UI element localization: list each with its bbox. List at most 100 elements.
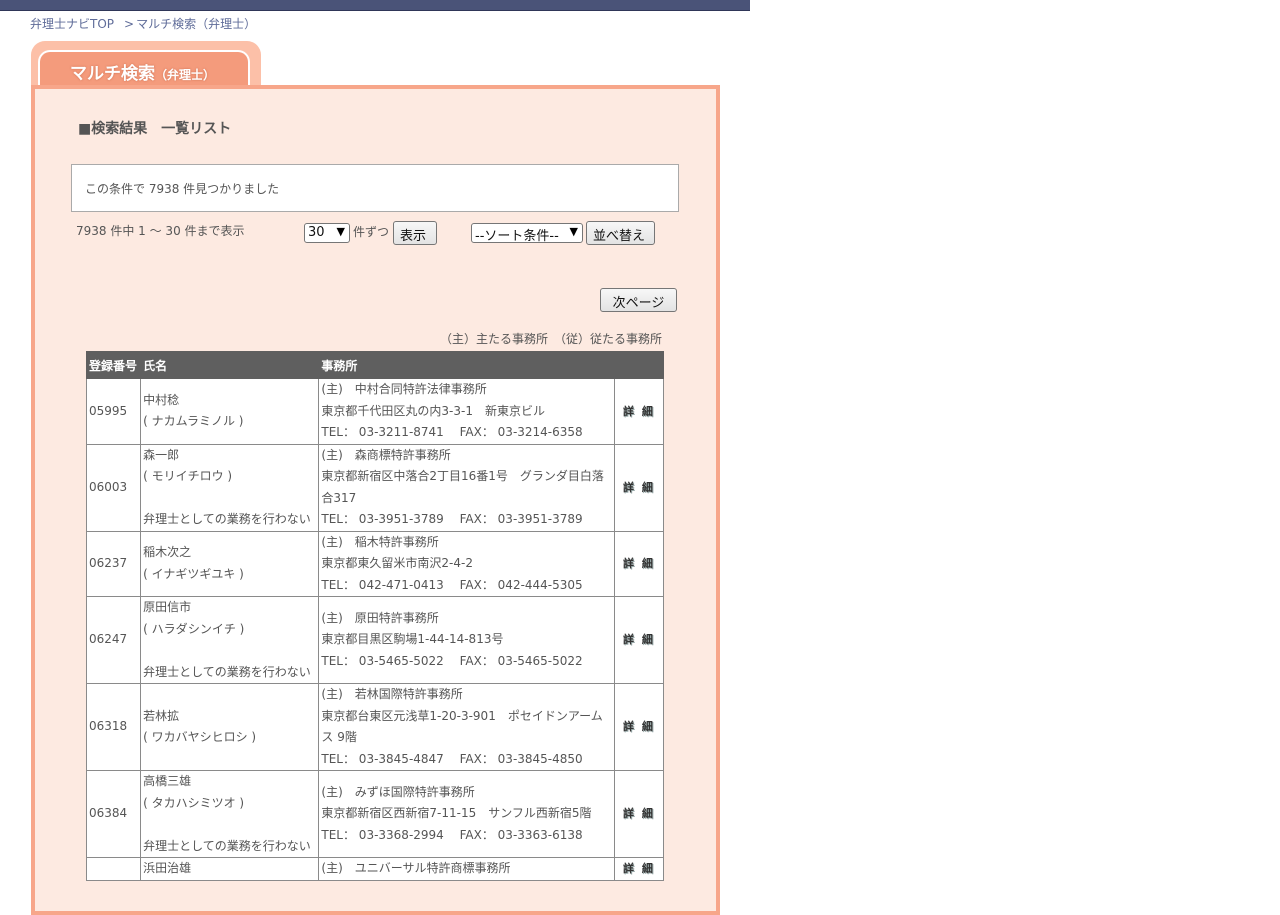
attorney-name: 原田信市 [143,600,192,614]
detail-cell: 詳 細 [613,596,665,684]
table-row: 06384 高橋三雄 ( タカハシミツオ ) 弁理士としての業務を行わない (主… [85,770,665,858]
header-office: 事務所 [318,351,615,379]
name-cell: 高橋三雄 ( タカハシミツオ ) 弁理士としての業務を行わない [140,770,320,858]
attorney-name: 森一郎 [143,447,180,462]
chevron-down-icon: ▼ [336,225,345,238]
office-cell: (主) 若林国際特許事務所 東京都台東区元浅草1-20-3-901 ポセイドンア… [318,683,615,771]
breadcrumb-top-link[interactable]: 弁理士ナビTOP [30,17,114,31]
sort-button[interactable]: 並べ替え [586,221,655,245]
office-address: 東京都千代田区丸の内3-3-1 新東京ビル [321,403,545,418]
attorney-name: 中村稔 [143,392,180,407]
header-detail [613,351,665,379]
office-name: (主) 森商標特許事務所 [321,447,451,462]
office-name: (主) みずほ国際特許事務所 [321,784,475,799]
detail-button-icon[interactable]: 詳 細 [623,858,655,880]
office-phone: TEL： 03-3211-8741 FAX： 03-3214-6358 [321,425,583,439]
attorney-kana: ( ワカバヤシヒロシ ) [143,730,257,744]
header-registration-number: 登録番号 [85,351,142,379]
attorney-name: 浜田治雄 [143,861,192,875]
office-address: 東京都新宿区中落合2丁目16番1号 グランダ目白落合317 [321,469,604,505]
display-range-text: 7938 件中 1 〜 30 件まで表示 [76,224,245,238]
top-header-bar [0,0,750,11]
office-name: (主) 若林国際特許事務所 [321,687,463,701]
office-phone: TEL： 042-471-0413 FAX： 042-444-5305 [321,577,583,592]
results-table: 登録番号 氏名 事務所 05995 中村稔 ( ナカムラミノル ) (主) 中村… [85,351,665,881]
office-cell: (主) みずほ国際特許事務所 東京都新宿区西新宿7-11-15 サンフル西新宿5… [318,770,615,858]
office-cell: (主) ユニバーサル特許商標事務所 [318,857,615,881]
detail-button-icon[interactable]: 詳 細 [623,629,655,651]
detail-cell: 詳 細 [613,530,665,597]
table-row: 浜田治雄 (主) ユニバーサル特許商標事務所 詳 細 [85,857,665,881]
office-cell: (主) 稲木特許事務所 東京都東久留米市南沢2-4-2 TEL： 042-471… [318,530,615,597]
practice-note: 弁理士としての業務を行わない [143,838,311,853]
attorney-name: 若林拡 [143,708,180,723]
attorney-kana: ( ハラダシンイチ ) [143,621,245,636]
section-title: ■検索結果 一覧リスト [78,121,232,137]
breadcrumb: 弁理士ナビTOP > マルチ検索（弁理士） [30,15,256,32]
tab-title: マルチ検索（弁理士） [70,64,216,84]
office-phone: TEL： 03-3368-2994 FAX： 03-3363-6138 [321,827,583,842]
chevron-down-icon: ▼ [569,225,578,238]
breadcrumb-current[interactable]: マルチ検索（弁理士） [136,17,256,31]
office-name: (主) 稲木特許事務所 [321,534,439,549]
registration-number: 06384 [85,770,142,858]
office-cell: (主) 原田特許事務所 東京都目黒区駒場1-44-14-813号 TEL： 03… [318,596,615,684]
registration-number: 06247 [85,596,142,684]
attorney-name: 稲木次之 [143,545,192,560]
attorney-kana: ( イナギツギユキ ) [143,566,244,581]
office-name: (主) 原田特許事務所 [321,610,439,625]
detail-button-icon[interactable]: 詳 細 [623,553,655,575]
office-address: 東京都台東区元浅草1-20-3-901 ポセイドンアームス 9階 [321,708,603,745]
name-cell: 浜田治雄 [140,857,320,881]
table-row: 06237 稲木次之 ( イナギツギユキ ) (主) 稲木特許事務所 東京都東久… [85,530,665,597]
office-type-legend: （主）主たる事務所 （従）従たる事務所 [440,332,663,346]
attorney-kana: ( タカハシミツオ ) [143,795,245,810]
office-phone: TEL： 03-5465-5022 FAX： 03-5465-5022 [321,653,583,668]
office-address: 東京都目黒区駒場1-44-14-813号 [321,632,504,647]
next-page-button[interactable]: 次ページ [600,288,677,312]
office-address: 東京都東久留米市南沢2-4-2 [321,556,473,570]
per-page-select[interactable]: 30 ▼ [304,223,350,243]
per-page-label: 件ずつ [353,225,390,239]
attorney-kana: ( モリイチロウ ) [143,469,233,483]
detail-cell: 詳 細 [613,857,665,881]
table-row: 06318 若林拡 ( ワカバヤシヒロシ ) (主) 若林国際特許事務所 東京都… [85,683,665,771]
practice-note: 弁理士としての業務を行わない [143,512,311,526]
registration-number: 06237 [85,530,142,597]
office-cell: (主) 中村合同特許法律事務所 東京都千代田区丸の内3-3-1 新東京ビル TE… [318,378,615,445]
office-name: (主) ユニバーサル特許商標事務所 [321,861,511,875]
name-cell: 森一郎 ( モリイチロウ ) 弁理士としての業務を行わない [140,443,320,532]
detail-button-icon[interactable]: 詳 細 [623,716,655,738]
detail-button-icon[interactable]: 詳 細 [623,477,655,499]
result-count-box: この条件で 7938 件見つかりました [71,164,679,212]
attorney-kana: ( ナカムラミノル ) [143,414,244,429]
registration-number: 06318 [85,683,142,771]
detail-cell: 詳 細 [613,443,665,532]
sort-select[interactable]: --ソート条件-- ▼ [471,223,583,244]
table-header-row: 登録番号 氏名 事務所 [85,351,665,379]
detail-button-icon[interactable]: 詳 細 [623,803,655,825]
detail-cell: 詳 細 [613,683,665,771]
search-results-panel: ■検索結果 一覧リスト この条件で 7938 件見つかりました 7938 件中 … [31,85,720,915]
detail-cell: 詳 細 [613,378,665,445]
name-cell: 稲木次之 ( イナギツギユキ ) [140,530,320,597]
table-row: 05995 中村稔 ( ナカムラミノル ) (主) 中村合同特許法律事務所 東京… [85,378,665,445]
detail-cell: 詳 細 [613,770,665,858]
office-address: 東京都新宿区西新宿7-11-15 サンフル西新宿5階 [321,806,592,821]
name-cell: 原田信市 ( ハラダシンイチ ) 弁理士としての業務を行わない [140,596,320,684]
table-row: 06247 原田信市 ( ハラダシンイチ ) 弁理士としての業務を行わない (主… [85,596,665,684]
header-name: 氏名 [140,351,320,379]
attorney-name: 高橋三雄 [143,774,192,788]
office-name: (主) 中村合同特許法律事務所 [321,382,487,396]
office-phone: TEL： 03-3845-4847 FAX： 03-3845-4850 [321,751,583,766]
breadcrumb-separator: > [124,17,135,31]
result-count-message: この条件で 7938 件見つかりました [85,182,280,196]
practice-note: 弁理士としての業務を行わない [143,664,311,679]
detail-button-icon[interactable]: 詳 細 [623,401,655,423]
office-cell: (主) 森商標特許事務所 東京都新宿区中落合2丁目16番1号 グランダ目白落合3… [318,443,615,532]
name-cell: 若林拡 ( ワカバヤシヒロシ ) [140,683,320,771]
display-button[interactable]: 表示 [393,221,437,245]
name-cell: 中村稔 ( ナカムラミノル ) [140,378,320,445]
